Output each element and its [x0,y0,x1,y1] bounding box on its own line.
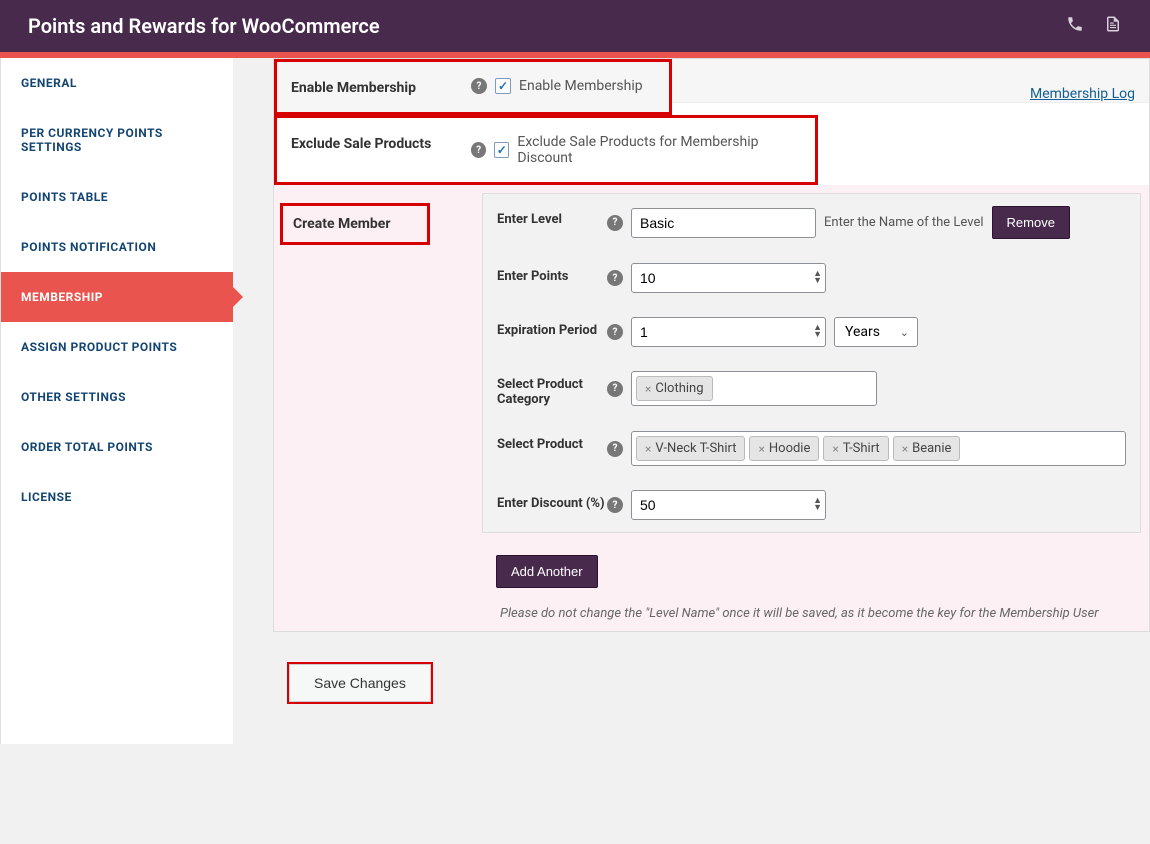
help-icon[interactable]: ? [607,441,623,457]
sidebar-item-per-currency[interactable]: PER CURRENCY POINTS SETTINGS [1,108,233,172]
tag[interactable]: ×Clothing [636,376,713,401]
exclude-sale-row: Exclude Sale Products ? Exclude Sale Pro… [274,115,818,185]
settings-panel: Enable Membership ? Enable Membership Me… [273,58,1150,632]
discount-input[interactable] [631,490,826,520]
discount-row: Enter Discount (%) ? ▲▼ [483,478,1140,532]
sidebar-item-assign-product-points[interactable]: ASSIGN PRODUCT POINTS [1,322,233,372]
sidebar-item-general[interactable]: GENERAL [1,58,233,108]
exclude-sale-label: Exclude Sale Products [291,134,471,152]
help-icon[interactable]: ? [607,497,623,513]
note-text: Please do not change the "Level Name" on… [500,606,1131,621]
product-select[interactable]: ×V-Neck T-Shirt ×Hoodie ×T-Shirt ×Beanie [631,431,1126,466]
tag[interactable]: ×V-Neck T-Shirt [636,436,745,461]
header: Points and Rewards for WooCommerce [0,0,1150,52]
level-row: Enter Level ? Enter the Name of the Leve… [483,194,1140,251]
page-title: Points and Rewards for WooCommerce [28,14,380,38]
sidebar-item-license[interactable]: LICENSE [1,472,233,522]
product-row: Select Product ? ×V-Neck T-Shirt ×Hoodie… [483,419,1140,478]
help-icon[interactable]: ? [471,78,487,94]
close-icon[interactable]: × [645,442,651,456]
close-icon[interactable]: × [758,442,764,456]
sidebar-item-membership[interactable]: MEMBERSHIP [1,272,233,322]
level-label: Enter Level [497,206,607,227]
add-another-button[interactable]: Add Another [496,555,598,588]
sidebar-item-order-total-points[interactable]: ORDER TOTAL POINTS [1,422,233,472]
enable-membership-label: Enable Membership [291,78,471,96]
create-member-row: Create Member Enter Level ? Enter the Na… [274,185,1149,631]
remove-button[interactable]: Remove [992,206,1070,239]
enable-membership-row: Enable Membership ? Enable Membership [274,59,672,115]
sidebar-item-points-notification[interactable]: POINTS NOTIFICATION [1,222,233,272]
category-select[interactable]: ×Clothing [631,371,877,406]
create-member-label: Create Member [280,203,430,245]
product-label: Select Product [497,431,607,452]
sidebar-item-points-table[interactable]: POINTS TABLE [1,172,233,222]
enable-membership-desc: Enable Membership [519,78,643,94]
expiration-input[interactable] [631,317,826,347]
tag[interactable]: ×Hoodie [749,436,819,461]
close-icon[interactable]: × [832,442,838,456]
header-actions [1066,15,1122,37]
expiration-unit-select[interactable]: Years ⌄ [834,317,918,347]
save-wrap: Save Changes [287,662,433,704]
membership-log-link[interactable]: Membership Log [1030,86,1135,102]
save-button[interactable]: Save Changes [289,664,431,702]
chevron-down-icon: ⌄ [900,326,909,339]
points-input[interactable] [631,263,826,293]
tag[interactable]: ×Beanie [893,436,961,461]
expiration-label: Expiration Period [497,317,607,338]
close-icon[interactable]: × [902,442,908,456]
layout: GENERAL PER CURRENCY POINTS SETTINGS POI… [0,58,1150,744]
category-row: Select Product Category ? ×Clothing [483,359,1140,419]
sidebar-item-other-settings[interactable]: OTHER SETTINGS [1,372,233,422]
enable-membership-checkbox[interactable] [495,78,511,94]
help-icon[interactable]: ? [607,270,623,286]
points-row: Enter Points ? ▲▼ [483,251,1140,305]
close-icon[interactable]: × [645,382,651,396]
help-icon[interactable]: ? [607,324,623,340]
member-form: Enter Level ? Enter the Name of the Leve… [482,193,1141,533]
sidebar: GENERAL PER CURRENCY POINTS SETTINGS POI… [1,58,233,744]
phone-icon[interactable] [1066,15,1084,37]
expiration-row: Expiration Period ? ▲▼ Years ⌄ [483,305,1140,359]
exclude-sale-checkbox[interactable] [494,142,509,158]
main-content: Enable Membership ? Enable Membership Me… [233,58,1150,744]
level-hint: Enter the Name of the Level [824,215,984,230]
discount-label: Enter Discount (%) [497,490,607,511]
tag[interactable]: ×T-Shirt [823,436,888,461]
expiration-unit-value: Years [845,324,880,340]
help-icon[interactable]: ? [471,142,486,158]
document-icon[interactable] [1104,15,1122,37]
help-icon[interactable]: ? [607,215,623,231]
points-label: Enter Points [497,263,607,284]
exclude-sale-desc: Exclude Sale Products for Membership Dis… [517,134,801,166]
level-input[interactable] [631,208,816,238]
help-icon[interactable]: ? [607,381,623,397]
category-label: Select Product Category [497,371,607,407]
